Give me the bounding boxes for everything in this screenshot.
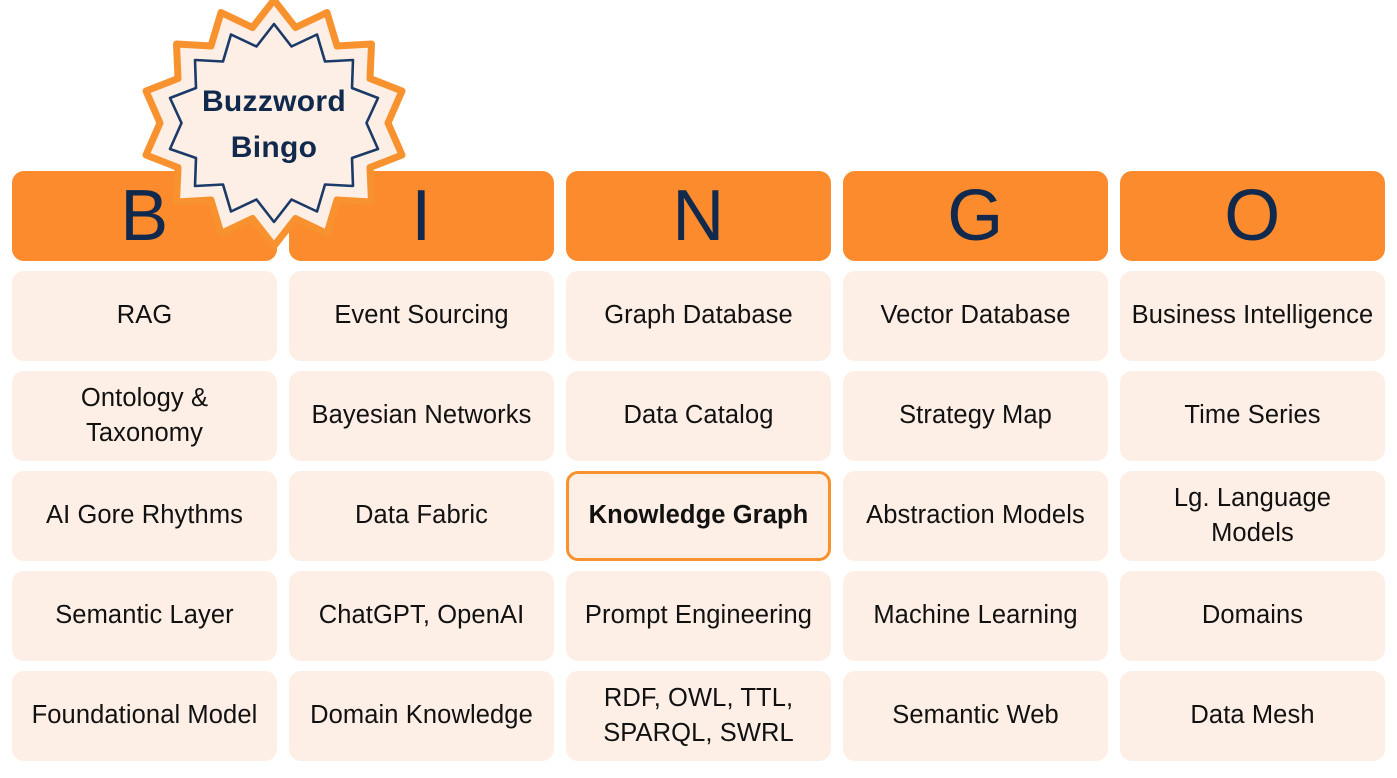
bingo-cell[interactable]: Lg. Language Models <box>1120 471 1385 561</box>
bingo-cell[interactable]: Business Intelligence <box>1120 271 1385 361</box>
bingo-cell[interactable]: Data Catalog <box>566 371 831 461</box>
bingo-cell[interactable]: AI Gore Rhythms <box>12 471 277 561</box>
bingo-cell[interactable]: Event Sourcing <box>289 271 554 361</box>
column-header-n: N <box>566 171 831 261</box>
bingo-cell[interactable]: Foundational Model <box>12 671 277 761</box>
column-header-i: I <box>289 171 554 261</box>
bingo-board: B I N G O RAG Event Sourcing Graph Datab… <box>0 0 1397 778</box>
column-header-b: B <box>12 171 277 261</box>
bingo-cell[interactable]: Vector Database <box>843 271 1108 361</box>
bingo-cell[interactable]: Time Series <box>1120 371 1385 461</box>
bingo-cell[interactable]: Data Mesh <box>1120 671 1385 761</box>
bingo-cell[interactable]: Graph Database <box>566 271 831 361</box>
bingo-cell[interactable]: ChatGPT, OpenAI <box>289 571 554 661</box>
bingo-grid: B I N G O RAG Event Sourcing Graph Datab… <box>12 171 1385 761</box>
badge-title-line1: Buzzword <box>201 84 347 118</box>
bingo-cell[interactable]: Machine Learning <box>843 571 1108 661</box>
bingo-cell[interactable]: Semantic Web <box>843 671 1108 761</box>
bingo-cell[interactable]: RAG <box>12 271 277 361</box>
bingo-cell[interactable]: Strategy Map <box>843 371 1108 461</box>
column-header-letter: N <box>672 176 725 256</box>
column-header-g: G <box>843 171 1108 261</box>
column-header-letter: O <box>1224 176 1281 256</box>
bingo-cell[interactable]: Data Fabric <box>289 471 554 561</box>
bingo-cell[interactable]: Domain Knowledge <box>289 671 554 761</box>
bingo-cell[interactable]: Domains <box>1120 571 1385 661</box>
column-header-o: O <box>1120 171 1385 261</box>
bingo-cell[interactable]: RDF, OWL, TTL, SPARQL, SWRL <box>566 671 831 761</box>
column-header-letter: G <box>947 176 1004 256</box>
bingo-cell-highlighted[interactable]: Knowledge Graph <box>566 471 831 561</box>
bingo-cell[interactable]: Prompt Engineering <box>566 571 831 661</box>
column-header-letter: I <box>411 176 432 256</box>
bingo-cell[interactable]: Semantic Layer <box>12 571 277 661</box>
bingo-cell[interactable]: Abstraction Models <box>843 471 1108 561</box>
bingo-cell[interactable]: Ontology & Taxonomy <box>12 371 277 461</box>
badge-title-line2: Bingo <box>230 131 318 164</box>
column-header-letter: B <box>120 176 169 256</box>
bingo-cell[interactable]: Bayesian Networks <box>289 371 554 461</box>
